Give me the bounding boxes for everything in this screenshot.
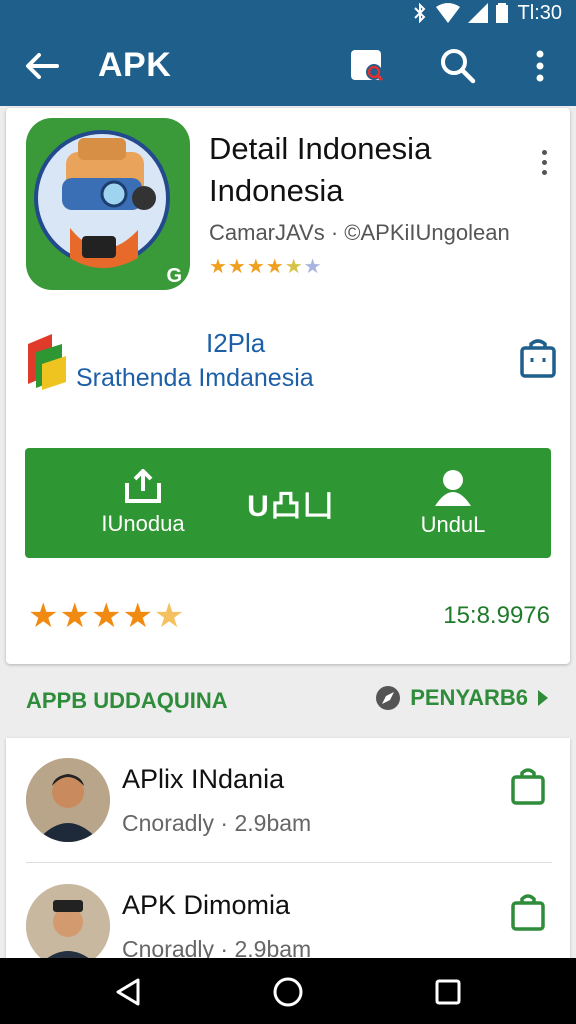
list-divider bbox=[26, 862, 552, 863]
shopping-bag-icon[interactable] bbox=[508, 892, 548, 932]
bluetooth-icon bbox=[413, 3, 425, 23]
small-star-rating: ★★★★★★ bbox=[209, 254, 323, 279]
section-header: APPB UDDAQUINA PENYARB6 bbox=[0, 680, 576, 724]
chevron-right-icon bbox=[538, 690, 548, 706]
nav-recents-button[interactable] bbox=[428, 972, 468, 1012]
compass-icon bbox=[376, 686, 401, 710]
toolbar: APK bbox=[0, 26, 576, 106]
download-button[interactable]: IUnodua bbox=[83, 448, 203, 558]
toolbar-title: APK bbox=[98, 46, 172, 84]
download-label: IUnodua bbox=[101, 511, 185, 536]
profile-button[interactable]: UnduL bbox=[393, 448, 513, 558]
person-photo-icon bbox=[26, 758, 110, 842]
overflow-menu-icon bbox=[536, 50, 544, 82]
person-photo-icon bbox=[26, 884, 110, 960]
status-time: Tl:30 bbox=[517, 1, 562, 24]
shopping-bag-icon[interactable] bbox=[516, 336, 560, 380]
dot-icon bbox=[541, 169, 547, 175]
developer-name: CamarJAVs · ©APKiIUngolean bbox=[209, 220, 510, 245]
nav-home-button[interactable] bbox=[268, 972, 308, 1012]
publisher-code: I2Pla bbox=[206, 328, 266, 358]
arrow-left-icon bbox=[26, 53, 59, 79]
square-recents-icon bbox=[435, 979, 461, 1005]
app-icon: G bbox=[26, 118, 190, 290]
large-star-rating: ★★★★★ bbox=[28, 597, 186, 635]
circle-home-icon bbox=[273, 977, 303, 1007]
list-item-subtitle: Cnoradly · 2.9bam bbox=[122, 810, 312, 836]
install-button[interactable]: U凸凵 bbox=[221, 448, 361, 558]
avatar bbox=[26, 758, 110, 842]
dot-icon bbox=[541, 159, 547, 165]
battery-icon bbox=[495, 3, 508, 23]
star-half: ★ bbox=[153, 597, 186, 635]
list-item-subtitle: Cnoradly · 2.9bam bbox=[122, 936, 312, 960]
card-overflow-button[interactable] bbox=[532, 142, 556, 182]
rating-count: 15:8.9976 bbox=[443, 602, 550, 629]
more-options-button[interactable] bbox=[518, 44, 562, 88]
section-title: APPB UDDAQUINA bbox=[26, 688, 228, 713]
wifi-icon bbox=[435, 3, 460, 23]
install-label: U凸凵 bbox=[247, 490, 335, 523]
action-bar: IUnodua U凸凵 UnduL bbox=[25, 448, 551, 558]
app-name-line-2: Indonesia bbox=[209, 173, 344, 208]
shopping-bag-icon[interactable] bbox=[508, 766, 548, 806]
download-tray-icon bbox=[125, 469, 161, 503]
signal-icon bbox=[467, 3, 488, 23]
star-empty: ★ bbox=[303, 256, 323, 278]
back-button[interactable] bbox=[20, 44, 64, 88]
status-bar: Tl:30 bbox=[412, 2, 562, 24]
app-name: Detail Indonesia Indonesia bbox=[209, 128, 529, 212]
app-list: APlix INdania Cnoradly · 2.9bam APK Dimo… bbox=[6, 738, 570, 960]
profile-label: UnduL bbox=[420, 512, 486, 537]
see-more-label: PENYARB6 bbox=[410, 685, 528, 710]
triangle-back-icon bbox=[116, 978, 140, 1006]
search-icon bbox=[441, 49, 476, 84]
clipboard-icon bbox=[351, 50, 384, 82]
avatar bbox=[26, 884, 110, 960]
list-item-title: APlix INdania bbox=[122, 764, 285, 794]
star-half: ★ bbox=[284, 256, 304, 278]
search-button[interactable] bbox=[436, 44, 480, 88]
publisher-row[interactable]: I2Pla Srathenda Imdanesia bbox=[24, 326, 564, 396]
list-item[interactable]: APK Dimomia Cnoradly · 2.9bam bbox=[6, 864, 570, 960]
dot-icon bbox=[541, 149, 547, 155]
publisher-name: Srathenda Imdanesia bbox=[76, 364, 314, 392]
share-button[interactable] bbox=[346, 44, 390, 88]
robot-mascot-icon bbox=[34, 130, 170, 268]
flag-icon bbox=[28, 334, 66, 390]
list-item[interactable]: APlix INdania Cnoradly · 2.9bam bbox=[6, 738, 570, 863]
list-item-title: APK Dimomia bbox=[122, 890, 291, 920]
nav-back-button[interactable] bbox=[108, 972, 148, 1012]
status-icons bbox=[412, 3, 508, 23]
see-more-link[interactable]: PENYARB6 bbox=[374, 684, 550, 712]
app-detail-card: G Detail Indonesia Indonesia CamarJAVs ·… bbox=[6, 108, 570, 664]
app-header: Tl:30 APK bbox=[0, 0, 576, 106]
app-name-line-1: Detail Indonesia bbox=[209, 131, 432, 166]
stars-filled: ★★★★ bbox=[209, 256, 285, 278]
system-nav-bar bbox=[0, 958, 576, 1024]
person-icon bbox=[435, 470, 471, 506]
app-icon-badge: G bbox=[166, 265, 182, 287]
